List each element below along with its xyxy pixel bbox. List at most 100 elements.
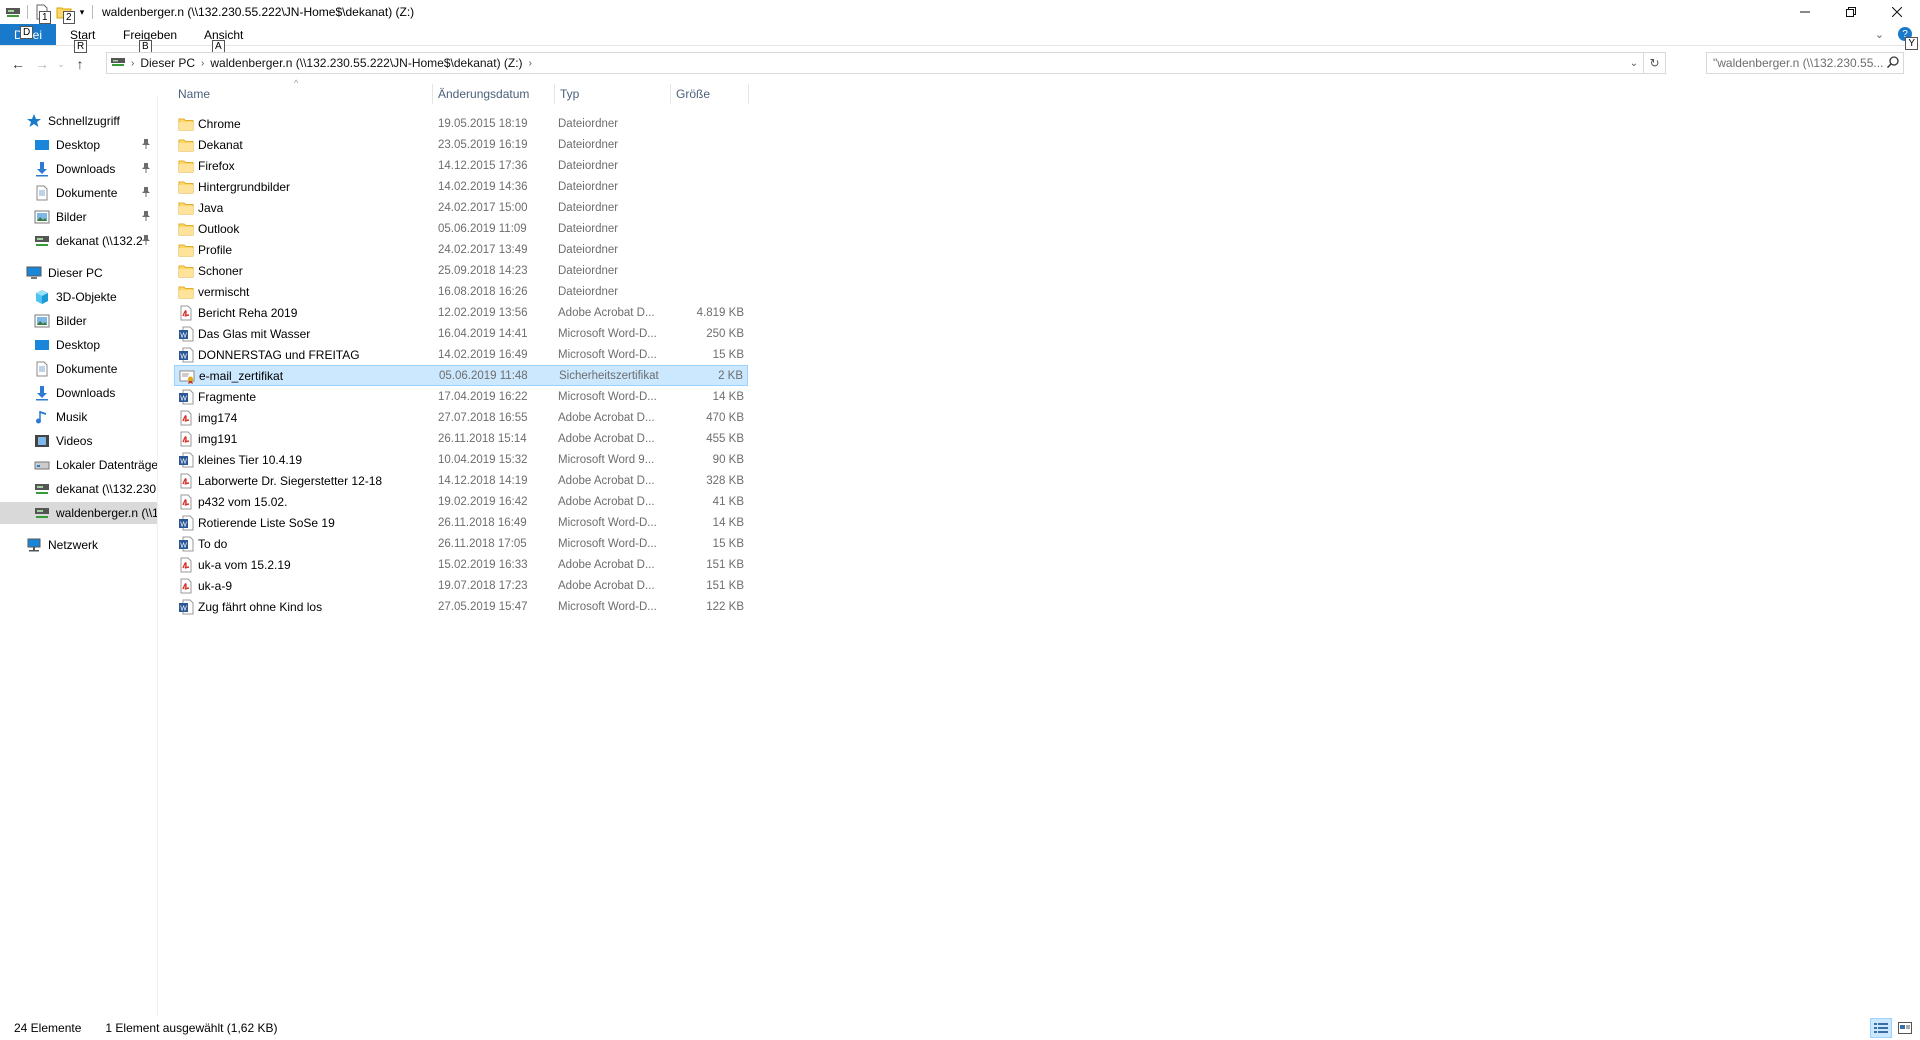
svg-text:W: W	[180, 333, 187, 340]
column-header-date[interactable]: Änderungsdatum	[434, 84, 554, 104]
file-row[interactable]: Firefox 14.12.2015 17:36 Dateiordner	[174, 155, 748, 176]
forward-arrow-icon[interactable]: →	[30, 52, 54, 76]
file-row[interactable]: Dekanat 23.05.2019 16:19 Dateiordner	[174, 134, 748, 155]
file-row[interactable]: img191 26.11.2018 15:14 Adobe Acrobat D...…	[174, 428, 748, 449]
column-divider[interactable]	[670, 84, 671, 104]
column-divider[interactable]	[748, 84, 749, 104]
file-row[interactable]: W Fragmente 17.04.2019 16:22 Microsoft Word…	[174, 386, 748, 407]
column-header-size[interactable]: Größe	[672, 84, 748, 104]
nav-item-label: Dokumente	[56, 186, 118, 200]
column-divider[interactable]	[432, 84, 433, 104]
file-row[interactable]: uk-a vom 15.2.19 15.02.2019 16:33 Adobe Ac…	[174, 554, 748, 575]
nav-item-label: waldenberger.n (\\1	[56, 506, 157, 520]
nav-item[interactable]: 3D-Objekte	[0, 286, 157, 308]
file-date: 10.04.2019 15:32	[438, 453, 528, 466]
file-row[interactable]: W DONNERSTAG und FREITAG 14.02.2019 16:49 M…	[174, 344, 748, 365]
file-row[interactable]: Java 24.02.2017 15:00 Dateiordner	[174, 197, 748, 218]
tab-file[interactable]: Datei D	[0, 24, 56, 45]
file-row[interactable]: img174 27.07.2018 16:55 Adobe Acrobat D...…	[174, 407, 748, 428]
column-header-name[interactable]: Name	[174, 84, 432, 104]
column-divider[interactable]	[554, 84, 555, 104]
nav-item[interactable]: waldenberger.n (\\1	[0, 502, 157, 524]
new-folder-icon[interactable]: 2	[53, 1, 75, 24]
file-row[interactable]: e-mail_zertifikat 05.06.2019 11:48 Sicherh…	[174, 365, 748, 386]
file-row[interactable]: p432 vom 15.02. 19.02.2019 16:42 Adobe Acr…	[174, 491, 748, 512]
recent-locations-icon[interactable]: ⌄	[54, 52, 68, 76]
file-type: Dateiordner	[558, 243, 619, 256]
file-date: 14.02.2019 16:49	[438, 348, 528, 361]
file-name: Rotierende Liste SoSe 19	[198, 515, 335, 530]
nav-item[interactable]: Videos	[0, 430, 157, 452]
file-row[interactable]: W Rotierende Liste SoSe 19 26.11.2018 16:4…	[174, 512, 748, 533]
expand-ribbon-icon[interactable]: ⌄	[1875, 28, 1884, 41]
file-size: 122 KB	[706, 600, 744, 613]
close-icon[interactable]	[1874, 0, 1920, 24]
nav-item[interactable]: Desktop	[0, 334, 157, 356]
nav-item[interactable]: Downloads	[0, 382, 157, 404]
address-bar[interactable]: › Dieser PC › waldenberger.n (\\132.230.…	[106, 52, 1666, 74]
tab-share[interactable]: Freigeben B	[117, 26, 183, 53]
restore-icon[interactable]	[1828, 0, 1874, 24]
nav-item[interactable]: Schnellzugriff	[0, 110, 157, 132]
file-row[interactable]: Chrome 19.05.2015 18:19 Dateiordner	[174, 113, 748, 134]
customize-toolbar-icon[interactable]: ▾	[75, 1, 89, 23]
word-icon: W	[178, 515, 194, 531]
breadcrumb-this-pc[interactable]: Dieser PC	[140, 56, 195, 70]
column-header-type[interactable]: Typ	[556, 84, 670, 104]
large-icons-view-icon[interactable]	[1894, 1018, 1916, 1038]
nav-item[interactable]: Desktop	[0, 134, 157, 156]
chevron-right-icon[interactable]: ›	[131, 58, 134, 69]
up-arrow-icon[interactable]: ↑	[68, 52, 92, 76]
file-size: 41 KB	[712, 495, 744, 508]
file-row[interactable]: Hintergrundbilder 14.02.2019 14:36 Dateior…	[174, 176, 748, 197]
nav-item[interactable]: Bilder	[0, 310, 157, 332]
search-icon[interactable]	[1886, 56, 1899, 71]
file-row[interactable]: Profile 24.02.2017 13:49 Dateiordner	[174, 239, 748, 260]
file-row[interactable]: W To do 26.11.2018 17:05 Microsoft Word-D..…	[174, 533, 748, 554]
tab-start[interactable]: Start R	[64, 26, 101, 53]
file-date: 14.02.2019 14:36	[438, 180, 528, 193]
file-date: 23.05.2019 16:19	[438, 138, 528, 151]
file-row[interactable]: uk-a-9 19.07.2018 17:23 Adobe Acrobat D...…	[174, 575, 748, 596]
file-type: Adobe Acrobat D...	[558, 411, 655, 424]
breadcrumb-current-drive[interactable]: waldenberger.n (\\132.230.55.222\JN-Home…	[210, 56, 522, 70]
file-name: Laborwerte Dr. Siegerstetter 12-18	[198, 473, 383, 488]
nav-item-label: Videos	[56, 434, 93, 448]
nav-item[interactable]: dekanat (\\132.230.5	[0, 478, 157, 500]
nav-item[interactable]: Musik	[0, 406, 157, 428]
item-count: 24 Elemente	[14, 1021, 82, 1035]
file-row[interactable]: Bericht Reha 2019 12.02.2019 13:56 Adobe A…	[174, 302, 748, 323]
minimize-icon[interactable]	[1782, 0, 1828, 24]
nav-item[interactable]: Dokumente	[0, 182, 157, 204]
file-row[interactable]: W Zug fährt ohne Kind los 27.05.2019 15:47…	[174, 596, 748, 617]
pdf-icon	[178, 410, 194, 426]
refresh-icon[interactable]: ↻	[1643, 53, 1665, 73]
chevron-down-icon[interactable]: ⌄	[1625, 58, 1643, 69]
file-type: Dateiordner	[558, 222, 619, 235]
file-row[interactable]: W Das Glas mit Wasser 16.04.2019 14:41 Micr…	[174, 323, 748, 344]
nav-item[interactable]: Downloads	[0, 158, 157, 180]
back-arrow-icon[interactable]: ←	[6, 52, 30, 76]
nav-item[interactable]: Dokumente	[0, 358, 157, 380]
file-row[interactable]: Wkleines Tier 10.4.19 10.04.2019 15:32 Mic…	[174, 449, 748, 470]
search-input[interactable]: "waldenberger.n (\\132.230.55...	[1706, 52, 1904, 74]
file-size: 455 KB	[706, 432, 744, 445]
network-icon	[26, 537, 42, 553]
nav-item[interactable]: Netzwerk	[0, 534, 157, 556]
tab-view[interactable]: Ansicht A	[198, 26, 249, 53]
file-name: Fragmente	[198, 389, 257, 404]
properties-icon[interactable]: 1	[31, 1, 53, 24]
chevron-right-icon[interactable]: ›	[529, 58, 532, 69]
file-row[interactable]: Laborwerte Dr. Siegerstetter 12-18 14.12.…	[174, 470, 748, 491]
chevron-right-icon[interactable]: ›	[201, 58, 204, 69]
file-row[interactable]: vermischt 16.08.2018 16:26 Dateiordner	[174, 281, 748, 302]
nav-item[interactable]: Bilder	[0, 206, 157, 228]
nav-item[interactable]: Lokaler Datenträger	[0, 454, 157, 476]
file-type: Dateiordner	[558, 159, 619, 172]
details-view-icon[interactable]	[1870, 1018, 1892, 1038]
nav-item[interactable]: dekanat (\\132.2	[0, 230, 157, 252]
nav-item[interactable]: Dieser PC	[0, 262, 157, 284]
file-row[interactable]: Outlook 05.06.2019 11:09 Dateiordner	[174, 218, 748, 239]
network-drive-icon[interactable]	[2, 1, 24, 23]
file-row[interactable]: Schoner 25.09.2018 14:23 Dateiordner	[174, 260, 748, 281]
